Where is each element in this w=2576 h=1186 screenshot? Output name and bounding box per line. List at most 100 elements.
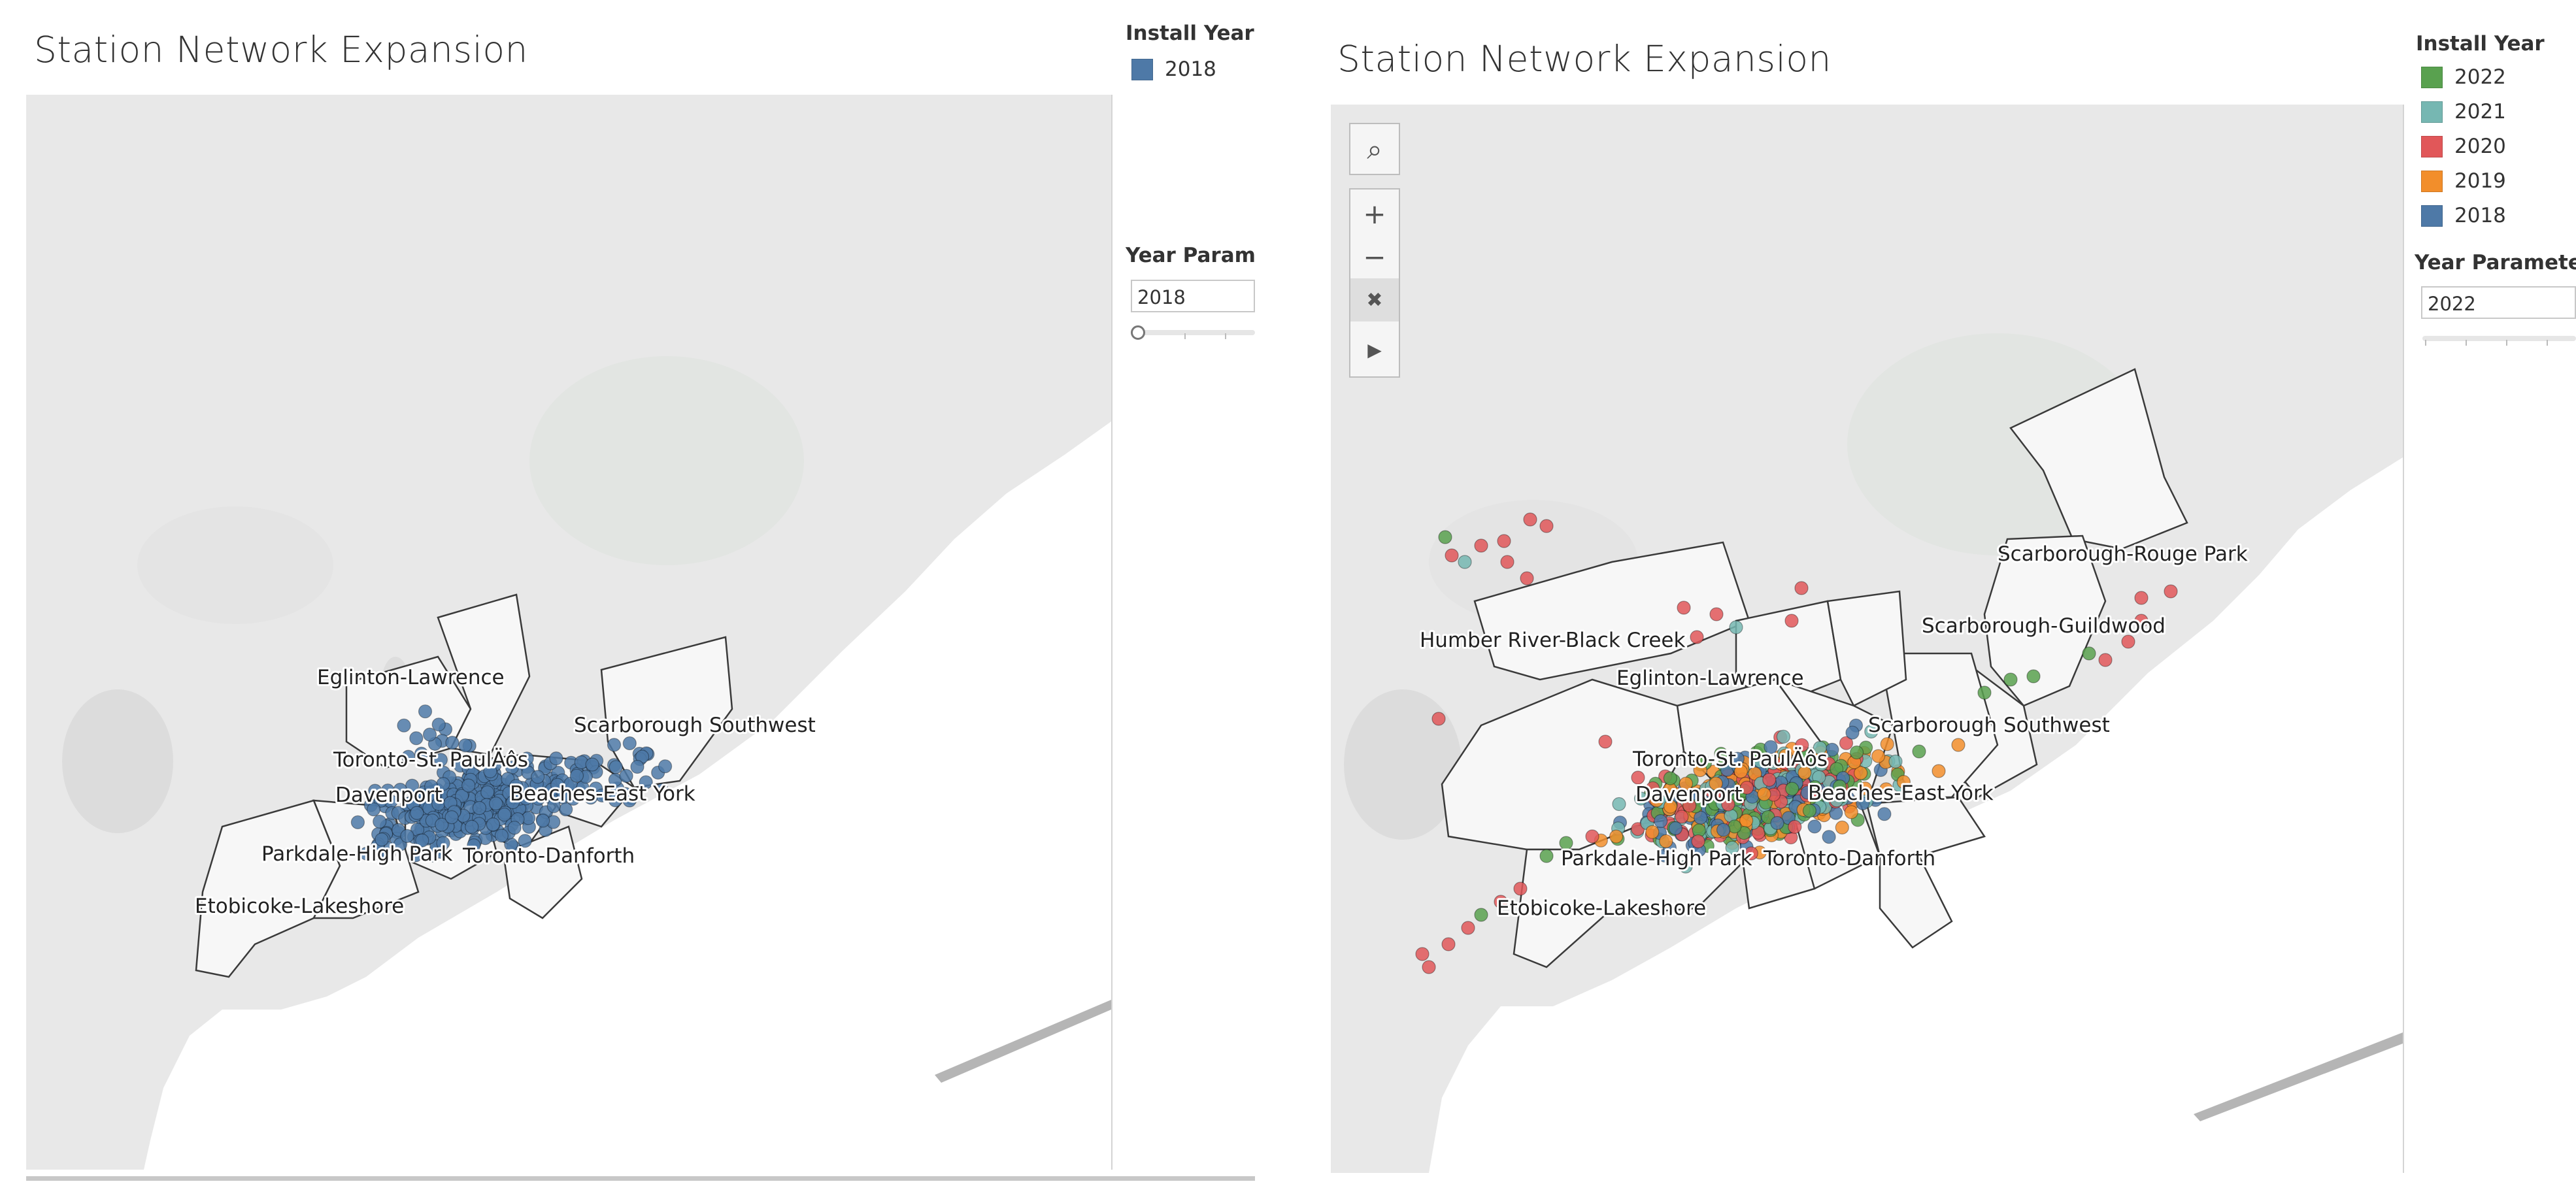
station-point[interactable] [350, 815, 365, 830]
station-point[interactable] [1431, 712, 1446, 726]
station-point[interactable] [1513, 881, 1528, 896]
station-point[interactable] [1888, 754, 1903, 769]
station-point[interactable] [1776, 729, 1791, 744]
station-point[interactable] [1802, 804, 1817, 818]
station-point[interactable] [1770, 815, 1784, 831]
station-point[interactable] [1441, 937, 1456, 951]
map-view[interactable]: Scarborough-Rouge Park Humber River-Blac… [1331, 105, 2404, 1173]
year-slider-track[interactable] [2422, 336, 2576, 341]
station-point[interactable] [1709, 607, 1724, 621]
station-point[interactable] [461, 778, 476, 793]
station-point[interactable] [1871, 749, 1886, 763]
station-point[interactable] [1668, 821, 1683, 836]
station-point[interactable] [622, 736, 637, 751]
station-point[interactable] [507, 821, 522, 835]
station-point[interactable] [1690, 630, 1704, 644]
station-point[interactable] [445, 735, 460, 750]
station-point[interactable] [1438, 530, 1452, 544]
station-point[interactable] [1762, 772, 1777, 787]
station-point[interactable] [397, 718, 411, 733]
station-point[interactable] [1675, 810, 1689, 824]
station-point[interactable] [1880, 737, 1894, 751]
station-point[interactable] [619, 768, 633, 783]
map-view[interactable]: Eglinton-Lawrence Scarborough Southwest … [26, 95, 1112, 1170]
station-point[interactable] [1497, 534, 1511, 548]
station-point[interactable] [1612, 797, 1626, 812]
station-point[interactable] [444, 810, 459, 825]
station-point[interactable] [409, 731, 424, 746]
station-point[interactable] [585, 757, 599, 772]
station-point[interactable] [1415, 947, 1430, 961]
station-point[interactable] [1520, 571, 1534, 585]
station-point[interactable] [1807, 819, 1822, 834]
station-point[interactable] [1422, 960, 1436, 974]
station-point[interactable] [531, 770, 545, 784]
legend-item-2018[interactable]: 2018 [1131, 58, 1216, 81]
station-point[interactable] [431, 717, 446, 732]
station-point[interactable] [1845, 725, 1860, 740]
map-canvas[interactable]: Scarborough-Rouge Park Humber River-Blac… [1331, 105, 2403, 1173]
legend-item-2022[interactable]: 2022 [2421, 65, 2506, 89]
station-point[interactable] [1932, 764, 1946, 778]
station-point[interactable] [609, 760, 623, 774]
station-point[interactable] [658, 759, 673, 774]
station-point[interactable] [1461, 921, 1475, 935]
legend-item-2021[interactable]: 2021 [2421, 100, 2506, 124]
station-point[interactable] [1739, 814, 1754, 828]
zoom-in-button[interactable]: + [1350, 192, 1399, 235]
station-point[interactable] [1877, 807, 1892, 821]
station-point[interactable] [1645, 825, 1660, 839]
station-point[interactable] [2082, 646, 2096, 661]
play-button[interactable]: ▶ [1350, 328, 1399, 371]
search-icon[interactable]: ⌕ [1350, 128, 1399, 171]
station-point[interactable] [489, 796, 503, 811]
unpin-button[interactable]: ✖ [1350, 278, 1399, 321]
station-point[interactable] [472, 800, 487, 815]
station-point[interactable] [422, 727, 437, 742]
station-point[interactable] [494, 829, 509, 843]
station-point[interactable] [410, 806, 424, 820]
station-point[interactable] [2098, 653, 2113, 667]
year-slider-track[interactable] [1133, 330, 1255, 335]
station-point[interactable] [480, 785, 495, 800]
station-point[interactable] [1794, 581, 1809, 595]
station-point[interactable] [2134, 591, 2149, 605]
station-point[interactable] [569, 768, 584, 783]
station-point[interactable] [1631, 770, 1645, 785]
station-point[interactable] [1835, 820, 1849, 835]
station-point[interactable] [1500, 555, 1514, 569]
station-point[interactable] [1474, 538, 1488, 553]
station-point[interactable] [1716, 823, 1731, 837]
station-point[interactable] [549, 751, 563, 766]
station-point[interactable] [1822, 830, 1836, 844]
map-canvas[interactable]: Eglinton-Lawrence Scarborough Southwest … [26, 95, 1111, 1170]
station-point[interactable] [1609, 829, 1624, 844]
station-point[interactable] [486, 817, 501, 832]
station-point[interactable] [1757, 787, 1771, 801]
station-point[interactable] [1844, 805, 1858, 819]
station-point[interactable] [1445, 548, 1459, 563]
station-point[interactable] [2026, 669, 2041, 684]
station-point[interactable] [1788, 819, 1802, 834]
station-point[interactable] [1849, 745, 1864, 760]
station-point[interactable] [418, 704, 433, 719]
year-parameter-input[interactable]: 2022 [2421, 286, 2576, 319]
station-point[interactable] [1951, 738, 1965, 752]
station-point[interactable] [1585, 829, 1599, 844]
station-point[interactable] [1691, 834, 1705, 849]
station-point[interactable] [1977, 685, 1992, 700]
station-point[interactable] [1523, 512, 1537, 527]
station-point[interactable] [1654, 814, 1668, 829]
station-point[interactable] [1539, 519, 1554, 533]
station-point[interactable] [2003, 672, 2018, 687]
station-point[interactable] [630, 759, 644, 774]
station-point[interactable] [1912, 744, 1926, 759]
station-point[interactable] [400, 829, 414, 844]
station-point[interactable] [607, 738, 622, 752]
station-point[interactable] [1785, 782, 1799, 796]
station-point[interactable] [1659, 834, 1673, 849]
station-point[interactable] [1729, 620, 1743, 634]
station-point[interactable] [1474, 908, 1488, 922]
year-parameter-input[interactable]: 2018 [1131, 280, 1255, 312]
station-point[interactable] [1784, 614, 1799, 628]
